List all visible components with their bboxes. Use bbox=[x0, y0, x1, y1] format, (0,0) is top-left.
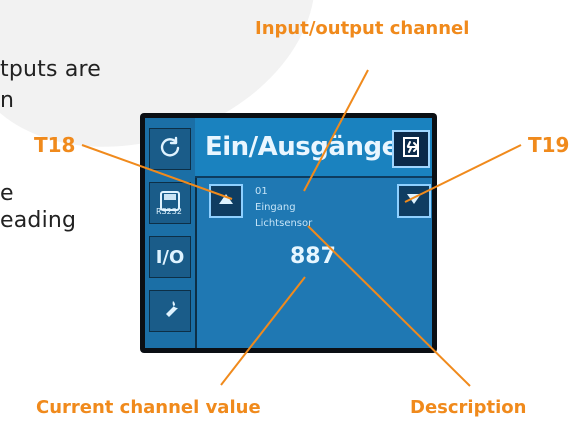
exit-icon bbox=[398, 134, 424, 164]
channel-type: Eingang bbox=[255, 202, 296, 213]
callout-current-channel-value: Current channel value bbox=[36, 397, 261, 418]
callout-input-output-channel: Input/output channel bbox=[255, 18, 470, 39]
wrench-icon bbox=[157, 296, 183, 326]
bg-text-line-4: eading bbox=[0, 208, 77, 233]
down-arrow-icon bbox=[405, 190, 423, 212]
sidebar-item-settings[interactable] bbox=[149, 290, 191, 332]
current-channel-value: 887 bbox=[290, 244, 336, 269]
channel-number: 01 bbox=[255, 186, 268, 197]
channel-description: Lichtsensor bbox=[255, 218, 313, 229]
sidebar-item-io[interactable]: I/O bbox=[149, 236, 191, 278]
page-title: Ein/Ausgänge bbox=[205, 132, 399, 162]
device-screen: RS232 I/O Ein/Ausgänge 01 Eingang Lichts… bbox=[145, 118, 432, 348]
callout-t18: T18 bbox=[34, 133, 76, 157]
callout-t19: T19 bbox=[528, 133, 570, 157]
sidebar-item-io-label: I/O bbox=[155, 246, 185, 268]
bg-text-line-1: tputs are bbox=[0, 57, 101, 82]
sidebar-item-save-label: RS232 bbox=[156, 207, 182, 216]
sidebar-item-refresh[interactable] bbox=[149, 128, 191, 170]
t18-up-button[interactable] bbox=[209, 184, 243, 218]
callout-description: Description bbox=[410, 397, 527, 418]
up-arrow-icon bbox=[217, 190, 235, 212]
sidebar: RS232 I/O bbox=[145, 118, 197, 348]
sidebar-item-save[interactable]: RS232 bbox=[149, 182, 191, 224]
bg-text-line-3: e bbox=[0, 181, 14, 206]
bg-text-line-2: n bbox=[0, 88, 15, 113]
exit-button[interactable] bbox=[392, 130, 430, 168]
title-bar: Ein/Ausgänge bbox=[195, 118, 432, 178]
t19-down-button[interactable] bbox=[397, 184, 431, 218]
refresh-icon bbox=[158, 135, 182, 163]
